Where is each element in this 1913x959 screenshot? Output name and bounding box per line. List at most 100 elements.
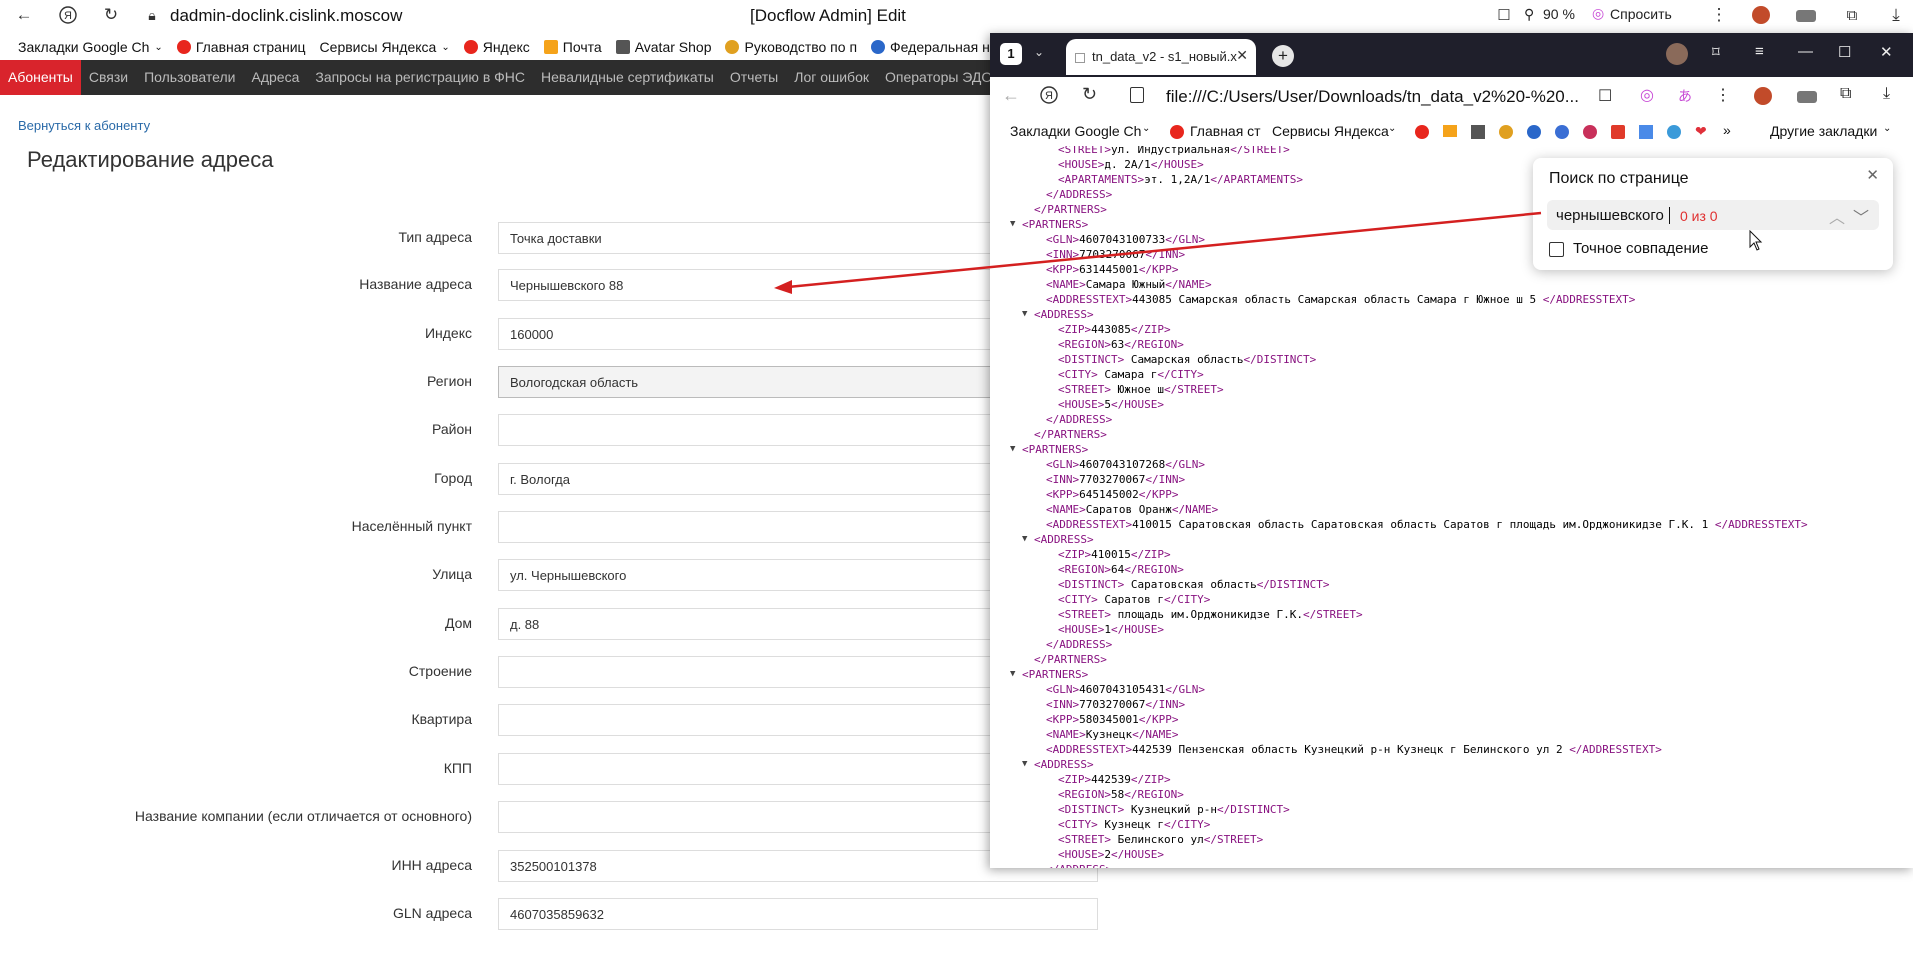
- chevron-down-icon: ⌄: [441, 41, 450, 53]
- chevron-down-icon: ⌄: [1883, 123, 1892, 134]
- tab-count-badge[interactable]: 1: [1000, 43, 1022, 65]
- chevron-down-icon[interactable]: ⌄: [1034, 45, 1044, 59]
- alice-icon[interactable]: ◎: [1592, 5, 1604, 22]
- xml-line: <REGION>63</REGION>: [1058, 338, 1184, 351]
- nav-item-subscribers[interactable]: Абоненты: [0, 60, 81, 95]
- menu-dots-icon[interactable]: ⋮: [1705, 1, 1733, 29]
- nav-item-invalid-certs[interactable]: Невалидные сертификаты: [533, 60, 722, 95]
- more-bookmarks-icon[interactable]: »: [1723, 122, 1731, 138]
- download-icon[interactable]: ⤓: [1883, 85, 1890, 103]
- collapse-triangle-icon[interactable]: ▼: [1010, 442, 1015, 457]
- nav-item-addresses[interactable]: Адреса: [243, 60, 307, 95]
- screen-icon[interactable]: [1796, 10, 1816, 22]
- bookmark-icon[interactable]: ☐: [1598, 86, 1612, 106]
- fns-icon[interactable]: [1527, 125, 1541, 139]
- bookmark-item[interactable]: Федеральная нал: [871, 39, 1006, 55]
- download-icon[interactable]: ⤓: [1882, 1, 1910, 29]
- admin-nav-bar: Абоненты Связи Пользователи Адреса Запро…: [0, 60, 1022, 95]
- xml-line: <KPP>645145002</KPP>: [1046, 488, 1179, 501]
- site-icon[interactable]: [1555, 125, 1569, 139]
- close-icon[interactable]: ✕: [1236, 47, 1248, 64]
- mail-icon[interactable]: [1443, 125, 1457, 137]
- nav-item-links[interactable]: Связи: [81, 60, 136, 95]
- bookmark-folder[interactable]: Сервисы Яндекса ⌄: [320, 39, 450, 55]
- browser-tab[interactable]: tn_data_v2 - s1_новый.x ✕: [1066, 39, 1256, 75]
- new-tab-button[interactable]: +: [1272, 45, 1294, 67]
- profile-avatar[interactable]: [1666, 43, 1688, 65]
- alice-icon[interactable]: ◎: [1640, 85, 1654, 105]
- nav-item-users[interactable]: Пользователи: [136, 60, 243, 95]
- zoom-level[interactable]: 90 %: [1543, 6, 1575, 22]
- bookmark-item[interactable]: Руководство по п: [725, 39, 857, 55]
- minimize-icon[interactable]: —: [1798, 43, 1813, 60]
- address-bar-url[interactable]: file:///C:/Users/User/Downloads/tn_data_…: [1166, 87, 1579, 107]
- find-query-text[interactable]: чернышевского: [1556, 207, 1664, 224]
- yandex-icon[interactable]: Я: [1040, 86, 1058, 109]
- extension-icon[interactable]: [1752, 6, 1770, 24]
- yandex-icon[interactable]: Я: [54, 1, 82, 29]
- translate-icon[interactable]: あ: [1678, 86, 1692, 106]
- bookmark-icon[interactable]: ☐: [1490, 1, 1518, 29]
- hamburger-menu-icon[interactable]: ≡: [1755, 43, 1764, 60]
- site-icon[interactable]: [1611, 125, 1625, 139]
- apps-icon[interactable]: [1639, 125, 1653, 139]
- bookmark-label: Почта: [562, 39, 602, 55]
- bookmark-folder[interactable]: Закладки Google Ch ⌄: [18, 39, 163, 55]
- screen-icon[interactable]: [1797, 91, 1817, 103]
- collapse-triangle-icon[interactable]: ▼: [1022, 532, 1027, 547]
- exact-match-label[interactable]: Точное совпадение: [1573, 240, 1709, 257]
- collections-icon[interactable]: ⧉: [1838, 1, 1866, 29]
- zoom-search-icon[interactable]: ⚲: [1524, 6, 1534, 23]
- site-icon[interactable]: [1667, 125, 1681, 139]
- close-window-icon[interactable]: ✕: [1880, 43, 1893, 61]
- bookmark-item[interactable]: Avatar Shop: [615, 39, 711, 55]
- field-label: Строение: [408, 663, 472, 679]
- lock-icon[interactable]: 🔒︎: [138, 1, 166, 29]
- field-input[interactable]: 4607035859632: [498, 898, 1098, 930]
- bookmark-folder[interactable]: Сервисы Яндекса: [1272, 123, 1389, 139]
- chevron-down-icon[interactable]: ﹀: [1853, 204, 1869, 228]
- form-row: Строение: [0, 656, 1100, 688]
- exact-match-checkbox[interactable]: [1549, 242, 1564, 257]
- avatar-shop-icon[interactable]: [1471, 125, 1485, 139]
- yandex-icon[interactable]: [1415, 125, 1429, 139]
- other-bookmarks-folder[interactable]: Другие закладки: [1770, 123, 1877, 139]
- bookmark-folder[interactable]: Закладки Google Ch: [1010, 123, 1141, 139]
- page-window-title: [Docflow Admin] Edit: [750, 6, 906, 25]
- xml-line: <NAME>Кузнецк</NAME>: [1046, 728, 1179, 741]
- bookmark-label: Яндекс: [482, 39, 530, 55]
- svg-text:Я: Я: [1045, 90, 1053, 102]
- collapse-triangle-icon[interactable]: ▼: [1022, 307, 1027, 322]
- menu-dots-icon[interactable]: ⋮: [1715, 85, 1731, 105]
- back-arrow-icon[interactable]: ←: [10, 1, 38, 29]
- bookmarks-panel-icon[interactable]: ⌑: [1712, 43, 1720, 61]
- nav-item-reports[interactable]: Отчеты: [722, 60, 786, 95]
- bookmark-item[interactable]: Почта: [543, 39, 602, 55]
- address-bar-url[interactable]: dadmin-doclink.cislink.moscow: [170, 6, 402, 26]
- back-arrow-icon[interactable]: ←: [1002, 85, 1020, 106]
- reload-icon[interactable]: ↻: [97, 1, 125, 29]
- bookmark-item[interactable]: Главная ст: [1190, 123, 1261, 139]
- collections-icon[interactable]: ⧉: [1840, 85, 1851, 103]
- find-in-page-panel: Поиск по странице ✕ чернышевского 0 из 0…: [1533, 158, 1893, 270]
- nav-item-fns-requests[interactable]: Запросы на регистрацию в ФНС: [307, 60, 533, 95]
- bookmark-item[interactable]: Главная страниц: [176, 39, 306, 55]
- nav-item-edo-operators[interactable]: Операторы ЭДО: [877, 60, 1000, 95]
- chevron-up-icon[interactable]: ︿: [1829, 204, 1845, 228]
- collapse-triangle-icon[interactable]: ▼: [1010, 667, 1015, 682]
- collapse-triangle-icon[interactable]: ▼: [1010, 217, 1015, 232]
- back-to-subscriber-link[interactable]: Вернуться к абоненту: [18, 118, 150, 133]
- site-icon[interactable]: [1583, 125, 1597, 139]
- maximize-icon[interactable]: ☐: [1838, 43, 1851, 61]
- xml-line: <DISTINCT> Саратовская область</DISTINCT…: [1058, 578, 1330, 591]
- extension-icon[interactable]: [1754, 87, 1772, 105]
- close-icon[interactable]: ✕: [1866, 166, 1879, 184]
- bookmark-item[interactable]: Яндекс: [463, 39, 530, 55]
- reload-icon[interactable]: ↻: [1082, 84, 1097, 105]
- nav-item-error-log[interactable]: Лог ошибок: [786, 60, 877, 95]
- ask-button[interactable]: Спросить: [1610, 6, 1672, 22]
- collapse-triangle-icon[interactable]: ▼: [1022, 757, 1027, 772]
- heart-icon[interactable]: ❤: [1695, 123, 1707, 140]
- find-input[interactable]: чернышевского 0 из 0 ︿ ﹀: [1547, 200, 1879, 230]
- gear-icon[interactable]: [1499, 125, 1513, 139]
